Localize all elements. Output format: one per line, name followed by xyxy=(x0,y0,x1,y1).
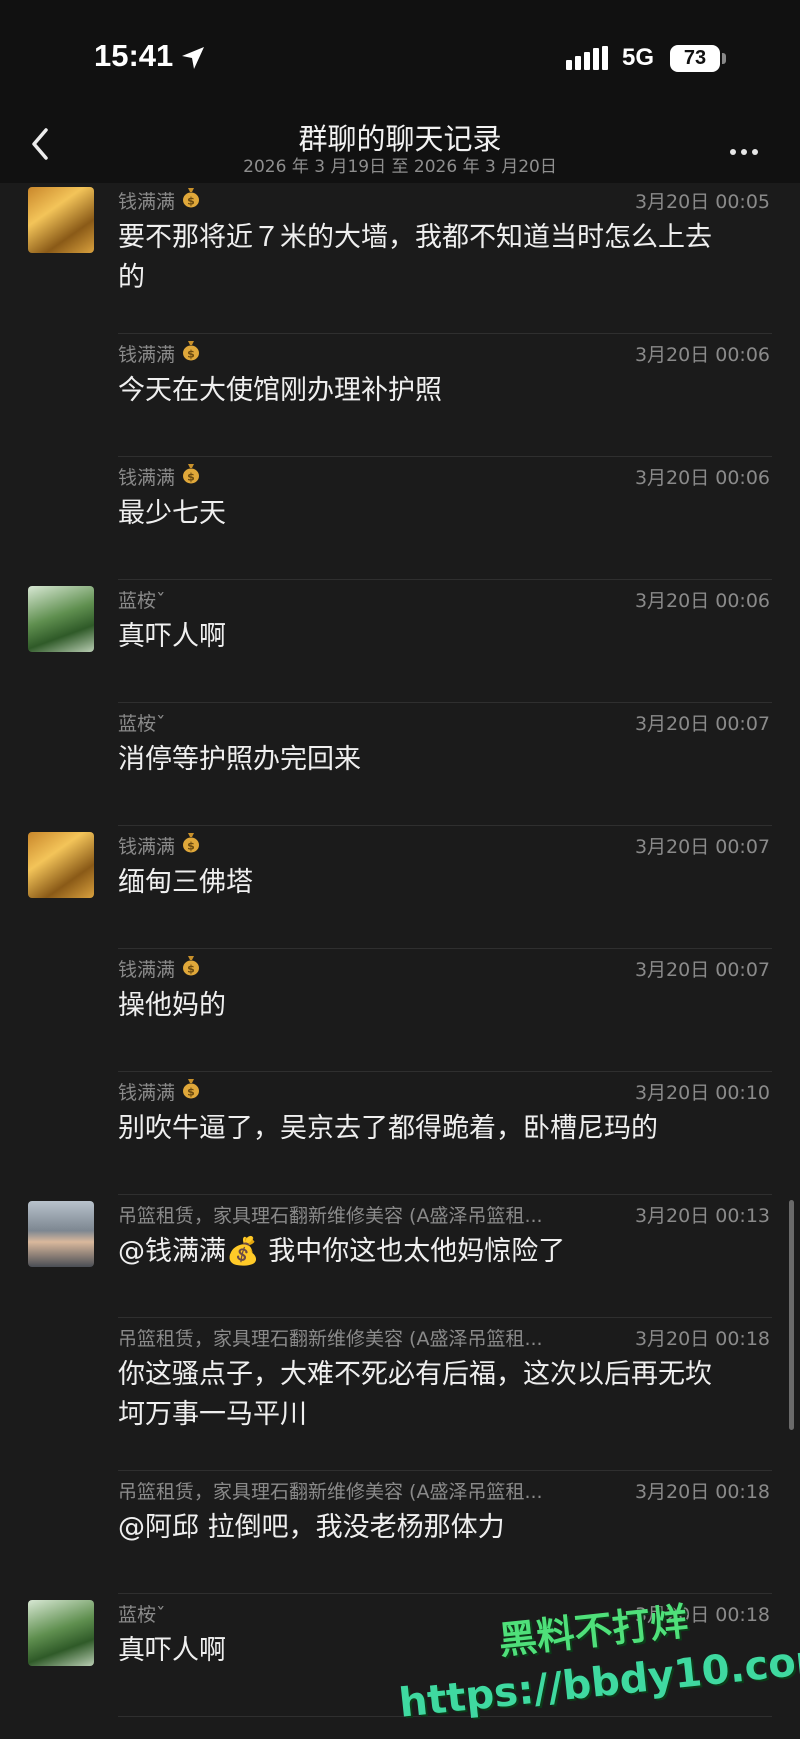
message-text: 要不那将近７米的大墙，我都不知道当时怎么上去的 xyxy=(118,218,770,298)
battery-tip xyxy=(722,53,726,64)
svg-text:$: $ xyxy=(187,1086,195,1099)
message-time: 3月20日 00:07 xyxy=(634,713,770,735)
sender-name: 吊篮租赁，家具理石翻新维修美容 (A盛泽吊篮租... xyxy=(118,1205,543,1227)
sender-name: 蓝桉ˇ xyxy=(118,590,166,612)
message-text: 最少七天 xyxy=(118,494,770,534)
location-arrow-icon xyxy=(182,47,204,69)
message-text: 今天在大使馆刚办理补护照 xyxy=(118,371,770,411)
message-header: 钱满满 $3月20日 00:07 xyxy=(118,831,770,858)
chat-message[interactable]: 吊篮租赁，家具理石翻新维修美容 (A盛泽吊篮租... 3月20日 00:18 @阿邱… xyxy=(0,1471,800,1594)
message-text-line: 最少七天 xyxy=(118,498,226,529)
status-bar: 15:41 5G 73 xyxy=(0,0,800,110)
sender-name: 蓝桉ˇ xyxy=(118,713,166,735)
cat-avatar[interactable] xyxy=(28,832,94,898)
message-header: 蓝桉ˇ 3月20日 00:07 xyxy=(118,709,770,735)
watermark: 黑料不打烊 https://bbdy10.com xyxy=(397,1599,800,1730)
message-text-line: 操他妈的 xyxy=(118,990,226,1021)
sender-name: 钱满满 xyxy=(118,344,176,366)
message-time: 3月20日 00:06 xyxy=(634,590,770,612)
nav-bar: 群聊的聊天记录 2026 年 3 月19日 至 2026 年 3 月20日 xyxy=(0,110,800,183)
message-time: 3月20日 00:06 xyxy=(634,467,770,489)
svg-text:$: $ xyxy=(187,963,195,976)
chat-message[interactable]: 钱满满 $3月20日 00:07 操他妈的 xyxy=(0,949,800,1072)
message-text-line: 别吹牛逼了，吴京去了都得跪着，卧槽尼玛的 xyxy=(118,1113,658,1144)
message-header: 钱满满 $3月20日 00:06 xyxy=(118,462,770,489)
sender-name: 蓝桉ˇ xyxy=(118,1604,166,1626)
message-text: @阿邱 拉倒吧，我没老杨那体力 xyxy=(118,1508,770,1548)
sender-name: 钱满满 xyxy=(118,1082,176,1104)
svg-text:$: $ xyxy=(187,195,195,208)
message-text-line: @钱满满💰 我中你这也太他妈惊险了 xyxy=(118,1236,566,1267)
message-header: 吊篮租赁，家具理石翻新维修美容 (A盛泽吊篮租... 3月20日 00:18 xyxy=(118,1477,770,1503)
money-bag-icon: $ xyxy=(181,186,201,211)
svg-text:$: $ xyxy=(187,471,195,484)
plant-avatar[interactable] xyxy=(28,586,94,652)
sender-name: 吊篮租赁，家具理石翻新维修美容 (A盛泽吊篮租... xyxy=(118,1328,543,1350)
sender-name: 钱满满 xyxy=(118,959,176,981)
svg-text:$: $ xyxy=(187,348,195,361)
message-text: 操他妈的 xyxy=(118,986,770,1026)
chat-message[interactable]: 钱满满 $3月20日 00:05 要不那将近７米的大墙，我都不知道当时怎么上去的 xyxy=(0,183,800,334)
chat-message[interactable]: 钱满满 $3月20日 00:07 缅甸三佛塔 xyxy=(0,826,800,949)
chat-message[interactable]: 钱满满 $3月20日 00:10 别吹牛逼了，吴京去了都得跪着，卧槽尼玛的 xyxy=(0,1072,800,1195)
status-time: 15:41 xyxy=(94,38,174,73)
plant-avatar[interactable] xyxy=(28,1600,94,1666)
cat-avatar[interactable] xyxy=(28,187,94,253)
sender-name: 吊篮租赁，家具理石翻新维修美容 (A盛泽吊篮租... xyxy=(118,1481,543,1503)
message-text-line: 要不那将近７米的大墙，我都不知道当时怎么上去 xyxy=(118,222,712,253)
money-bag-icon: $ xyxy=(181,1077,201,1102)
money-bag-icon: $ xyxy=(181,954,201,979)
message-text-line: @阿邱 拉倒吧，我没老杨那体力 xyxy=(118,1512,505,1543)
man-avatar[interactable] xyxy=(28,1201,94,1267)
message-header: 吊篮租赁，家具理石翻新维修美容 (A盛泽吊篮租... 3月20日 00:18 xyxy=(118,1324,770,1350)
message-text: 真吓人啊 xyxy=(118,617,770,657)
message-time: 3月20日 00:07 xyxy=(634,836,770,858)
message-header: 钱满满 $3月20日 00:05 xyxy=(118,186,770,213)
message-text: 你这骚点子，大难不死必有后福，这次以后再无坎 坷万事一马平川 xyxy=(118,1355,770,1435)
more-options-icon[interactable] xyxy=(730,140,770,155)
message-time: 3月20日 00:07 xyxy=(634,959,770,981)
message-text-line: 缅甸三佛塔 xyxy=(118,867,253,898)
message-time: 3月20日 00:05 xyxy=(634,191,770,213)
network-type: 5G xyxy=(622,44,655,71)
message-text: @钱满满💰 我中你这也太他妈惊险了 xyxy=(118,1232,770,1272)
money-bag-icon: $ xyxy=(181,462,201,487)
message-text-line: 真吓人啊 xyxy=(118,621,226,652)
message-text-line: 今天在大使馆刚办理补护照 xyxy=(118,375,442,406)
chat-message[interactable]: 蓝桉ˇ 3月20日 00:06 真吓人啊 xyxy=(0,580,800,703)
message-text-line: 你这骚点子，大难不死必有后福，这次以后再无坎 xyxy=(118,1359,712,1390)
message-header: 吊篮租赁，家具理石翻新维修美容 (A盛泽吊篮租... 3月20日 00:13 xyxy=(118,1201,770,1227)
sender-name: 钱满满 xyxy=(118,191,176,213)
money-bag-icon: $ xyxy=(181,831,201,856)
message-text: 缅甸三佛塔 xyxy=(118,863,770,903)
chat-message[interactable]: 钱满满 $3月20日 00:06 今天在大使馆刚办理补护照 xyxy=(0,334,800,457)
message-text-line: 消停等护照办完回来 xyxy=(118,744,361,775)
message-header: 钱满满 $3月20日 00:06 xyxy=(118,339,770,366)
message-time: 3月20日 00:10 xyxy=(634,1082,770,1104)
battery-indicator: 73 xyxy=(670,45,720,72)
sender-name: 钱满满 xyxy=(118,467,176,489)
scrollbar[interactable] xyxy=(789,1200,794,1430)
message-text-line: 的 xyxy=(118,262,145,293)
message-text-line: 坷万事一马平川 xyxy=(118,1399,307,1430)
message-time: 3月20日 00:06 xyxy=(634,344,770,366)
money-bag-icon: $ xyxy=(181,339,201,364)
message-time: 3月20日 00:18 xyxy=(634,1328,770,1350)
message-time: 3月20日 00:13 xyxy=(634,1205,770,1227)
signal-icon xyxy=(566,46,608,70)
message-header: 钱满满 $3月20日 00:10 xyxy=(118,1077,770,1104)
message-text: 别吹牛逼了，吴京去了都得跪着，卧槽尼玛的 xyxy=(118,1109,770,1149)
chat-message[interactable]: 钱满满 $3月20日 00:06 最少七天 xyxy=(0,457,800,580)
message-header: 钱满满 $3月20日 00:07 xyxy=(118,954,770,981)
date-range-subtitle: 2026 年 3 月19日 至 2026 年 3 月20日 xyxy=(243,157,557,177)
svg-text:$: $ xyxy=(187,840,195,853)
message-time: 3月20日 00:18 xyxy=(634,1481,770,1503)
chat-history-list[interactable]: 钱满满 $3月20日 00:05 要不那将近７米的大墙，我都不知道当时怎么上去的钱满… xyxy=(0,183,800,1739)
message-text: 消停等护照办完回来 xyxy=(118,740,770,780)
chat-message[interactable]: 吊篮租赁，家具理石翻新维修美容 (A盛泽吊篮租... 3月20日 00:18 你这骚… xyxy=(0,1318,800,1471)
sender-name: 钱满满 xyxy=(118,836,176,858)
message-header: 蓝桉ˇ 3月20日 00:06 xyxy=(118,586,770,612)
chat-message[interactable]: 蓝桉ˇ 3月20日 00:07 消停等护照办完回来 xyxy=(0,703,800,826)
chat-message[interactable]: 吊篮租赁，家具理石翻新维修美容 (A盛泽吊篮租... 3月20日 00:13 @钱满… xyxy=(0,1195,800,1318)
